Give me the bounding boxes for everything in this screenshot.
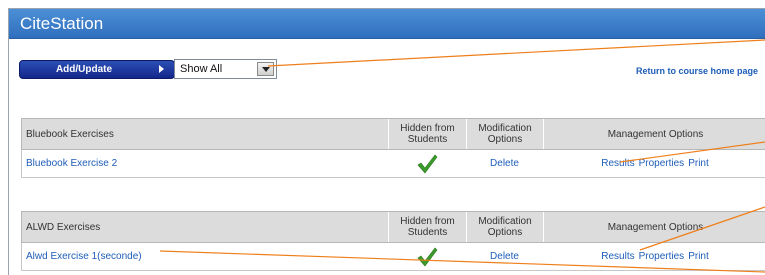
delete-link[interactable]: Delete (466, 150, 543, 177)
filter-select-value: Show All (180, 63, 223, 75)
play-arrow-icon (159, 65, 164, 73)
exercise-section-alwd: ALWD Exercises Hidden from Students Modi… (21, 211, 765, 271)
app-window: CiteStation Add/Update Show All Return t… (8, 8, 765, 275)
title-bar: CiteStation (9, 9, 765, 39)
exercise-link[interactable]: Alwd Exercise 1(seconde) (22, 243, 387, 270)
exercise-link[interactable]: Bluebook Exercise 2 (22, 150, 387, 177)
hidden-status (388, 243, 466, 270)
add-update-label: Add/Update (55, 64, 113, 75)
print-link[interactable]: Print (688, 251, 709, 262)
management-column-header: Management Options (543, 212, 765, 242)
management-links: Results Properties Print (543, 150, 765, 177)
hidden-column-header: Hidden from Students (388, 119, 466, 149)
hidden-column-header: Hidden from Students (388, 212, 466, 242)
exercise-section-bluebook: Bluebook Exercises Hidden from Students … (21, 118, 765, 178)
results-link[interactable]: Results (601, 158, 634, 169)
modification-column-header: Modification Options (466, 119, 543, 149)
return-home-link[interactable]: Return to course home page (636, 66, 758, 76)
section-title: Bluebook Exercises (26, 128, 114, 140)
filter-select[interactable]: Show All (174, 59, 277, 79)
add-update-button[interactable]: Add/Update (19, 60, 175, 79)
checkmark-icon (417, 154, 438, 173)
modification-column-header: Modification Options (466, 212, 543, 242)
properties-link[interactable]: Properties (639, 251, 685, 262)
hidden-status (388, 150, 466, 177)
properties-link[interactable]: Properties (639, 158, 685, 169)
table-row: Bluebook Exercise 2 Delete Results Prope… (21, 150, 765, 178)
management-column-header: Management Options (543, 119, 765, 149)
print-link[interactable]: Print (688, 158, 709, 169)
delete-link[interactable]: Delete (466, 243, 543, 270)
section-header: Bluebook Exercises Hidden from Students … (21, 118, 765, 150)
checkmark-icon (417, 247, 438, 266)
section-title: ALWD Exercises (26, 221, 101, 233)
section-header: ALWD Exercises Hidden from Students Modi… (21, 211, 765, 243)
app-title: CiteStation (20, 14, 104, 33)
table-row: Alwd Exercise 1(seconde) Delete Results … (21, 243, 765, 271)
results-link[interactable]: Results (601, 251, 634, 262)
management-links: Results Properties Print (543, 243, 765, 270)
chevron-down-icon[interactable] (257, 62, 274, 76)
